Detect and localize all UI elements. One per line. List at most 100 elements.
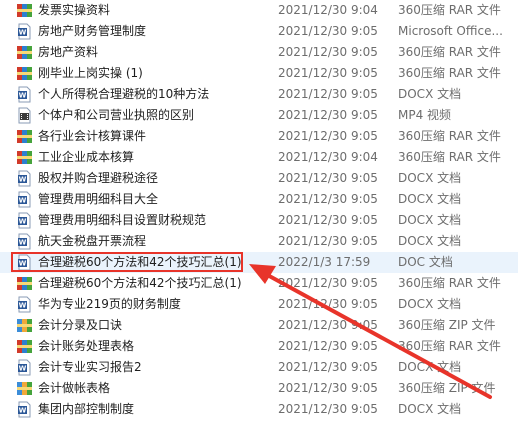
file-name: 个体户和公司营业执照的区别 xyxy=(38,108,195,122)
file-row[interactable]: 房地产资料 2021/12/30 9:05 360压缩 RAR 文件 xyxy=(0,42,518,63)
word-document-icon: W xyxy=(18,401,31,418)
file-name: 集团内部控制制度 xyxy=(38,402,135,416)
word-document-icon: W xyxy=(18,359,31,376)
file-row[interactable]: W 管理费用明细科目大全 2021/12/30 9:05 DOCX 文档 xyxy=(0,189,518,210)
file-row[interactable]: W 集团内部控制制度 2021/12/30 9:05 DOCX 文档 xyxy=(0,399,518,420)
file-type: 360压缩 RAR 文件 xyxy=(398,150,501,164)
file-name: 合理避税60个方法和42个技巧汇总(1) xyxy=(38,255,242,269)
file-name: 航天金税盘开票流程 xyxy=(38,234,147,248)
word-document-icon: W xyxy=(18,86,31,103)
file-name: 管理费用明细科目大全 xyxy=(38,192,159,206)
rar-archive-icon xyxy=(17,130,32,143)
file-type: 360压缩 RAR 文件 xyxy=(398,45,501,59)
rar-archive-icon xyxy=(17,46,32,59)
file-row[interactable]: 合理避税60个方法和42个技巧汇总(1) 2021/12/30 9:05 360… xyxy=(0,273,518,294)
svg-text:W: W xyxy=(19,218,27,226)
svg-text:W: W xyxy=(19,239,27,247)
file-date: 2021/12/30 9:05 xyxy=(278,402,378,416)
file-name: 工业企业成本核算 xyxy=(38,150,135,164)
file-row[interactable]: W 会计专业实习报告2 2021/12/30 9:05 DOCX 文档 xyxy=(0,357,518,378)
file-row-highlighted[interactable]: W 合理避税60个方法和42个技巧汇总(1) 2022/1/3 17:59 DO… xyxy=(0,252,518,273)
file-date: 2021/12/30 9:05 xyxy=(278,87,378,101)
file-type: DOCX 文档 xyxy=(398,360,462,374)
rar-archive-icon xyxy=(17,151,32,164)
file-name: 会计做帐表格 xyxy=(38,381,111,395)
svg-text:W: W xyxy=(19,365,27,373)
file-type: DOCX 文档 xyxy=(398,402,462,416)
file-type: 360压缩 RAR 文件 xyxy=(398,3,501,17)
file-date: 2021/12/30 9:05 xyxy=(278,297,378,311)
file-name: 股权并购合理避税途径 xyxy=(38,171,159,185)
file-name: 发票实操资料 xyxy=(38,3,111,17)
file-name: 管理费用明细科目设置财税规范 xyxy=(38,213,207,227)
file-name: 刚毕业上岗实操 (1) xyxy=(38,66,143,80)
video-file-icon xyxy=(18,107,31,124)
file-row[interactable]: 个体户和公司营业执照的区别 2021/12/30 9:05 MP4 视频 xyxy=(0,105,518,126)
file-type: 360压缩 RAR 文件 xyxy=(398,129,501,143)
svg-text:W: W xyxy=(19,197,27,205)
file-date: 2021/12/30 9:05 xyxy=(278,129,378,143)
word-document-icon: W xyxy=(18,170,31,187)
file-row[interactable]: W 个人所得税合理避税的10种方法 2021/12/30 9:05 DOCX 文… xyxy=(0,84,518,105)
rar-archive-icon xyxy=(17,67,32,80)
file-type: DOCX 文档 xyxy=(398,213,462,227)
file-date: 2021/12/30 9:05 xyxy=(278,213,378,227)
file-list: 发票实操资料 2021/12/30 9:04 360压缩 RAR 文件 W 房地… xyxy=(0,0,518,424)
file-row[interactable]: 刚毕业上岗实操 (1) 2021/12/30 9:05 360压缩 RAR 文件 xyxy=(0,63,518,84)
file-name: 房地产财务管理制度 xyxy=(38,24,147,38)
file-name: 各行业会计核算课件 xyxy=(38,129,147,143)
word-document-icon: W xyxy=(18,212,31,229)
file-name: 合理避税60个方法和42个技巧汇总(1) xyxy=(38,276,242,290)
file-type: DOCX 文档 xyxy=(398,87,462,101)
rar-archive-icon xyxy=(17,277,32,290)
file-row[interactable]: 各行业会计核算课件 2021/12/30 9:05 360压缩 RAR 文件 xyxy=(0,126,518,147)
file-type: DOCX 文档 xyxy=(398,192,462,206)
file-type: DOCX 文档 xyxy=(398,171,462,185)
file-row[interactable]: W 华为专业219页的财务制度 2021/12/30 9:05 DOCX 文档 xyxy=(0,294,518,315)
file-row[interactable]: W 航天金税盘开票流程 2021/12/30 9:05 DOCX 文档 xyxy=(0,231,518,252)
file-row[interactable]: W 管理费用明细科目设置财税规范 2021/12/30 9:05 DOCX 文档 xyxy=(0,210,518,231)
file-date: 2021/12/30 9:05 xyxy=(278,192,378,206)
zip-archive-icon xyxy=(17,382,32,395)
file-row[interactable]: 会计账务处理表格 2021/12/30 9:05 360压缩 RAR 文件 xyxy=(0,336,518,357)
file-name: 房地产资料 xyxy=(38,45,99,59)
file-date: 2021/12/30 9:05 xyxy=(278,276,378,290)
file-row[interactable]: W 房地产财务管理制度 2021/12/30 9:05 Microsoft Of… xyxy=(0,21,518,42)
file-date: 2021/12/30 9:05 xyxy=(278,318,378,332)
word-document-icon: W xyxy=(18,296,31,313)
file-date: 2021/12/30 9:05 xyxy=(278,171,378,185)
svg-text:W: W xyxy=(19,407,27,415)
file-type: MP4 视频 xyxy=(398,108,452,122)
file-date: 2021/12/30 9:05 xyxy=(278,66,378,80)
file-type: 360压缩 ZIP 文件 xyxy=(398,381,496,395)
rar-archive-icon xyxy=(17,4,32,17)
svg-text:W: W xyxy=(19,302,27,310)
file-date: 2021/12/30 9:05 xyxy=(278,24,378,38)
file-row[interactable]: 发票实操资料 2021/12/30 9:04 360压缩 RAR 文件 xyxy=(0,0,518,21)
rar-archive-icon xyxy=(17,340,32,353)
file-type: 360压缩 RAR 文件 xyxy=(398,339,501,353)
word-document-icon: W xyxy=(18,191,31,208)
zip-archive-icon xyxy=(17,319,32,332)
file-date: 2021/12/30 9:04 xyxy=(278,3,378,17)
file-row[interactable]: W 股权并购合理避税途径 2021/12/30 9:05 DOCX 文档 xyxy=(0,168,518,189)
file-row[interactable]: 会计做帐表格 2021/12/30 9:05 360压缩 ZIP 文件 xyxy=(0,378,518,399)
file-type: 360压缩 RAR 文件 xyxy=(398,276,501,290)
svg-text:W: W xyxy=(19,260,27,268)
file-row[interactable]: 工业企业成本核算 2021/12/30 9:04 360压缩 RAR 文件 xyxy=(0,147,518,168)
file-type: DOC 文档 xyxy=(398,255,453,269)
file-row[interactable]: 会计分录及口诀 2021/12/30 9:05 360压缩 ZIP 文件 xyxy=(0,315,518,336)
file-date: 2021/12/30 9:05 xyxy=(278,45,378,59)
file-name: 华为专业219页的财务制度 xyxy=(38,297,181,311)
file-name: 会计专业实习报告2 xyxy=(38,360,142,374)
file-type: 360压缩 ZIP 文件 xyxy=(398,318,496,332)
file-name: 会计账务处理表格 xyxy=(38,339,135,353)
file-type: Microsoft Office... xyxy=(398,24,503,38)
file-date: 2021/12/30 9:05 xyxy=(278,339,378,353)
file-type: DOCX 文档 xyxy=(398,234,462,248)
file-date: 2021/12/30 9:05 xyxy=(278,381,378,395)
file-date: 2021/12/30 9:04 xyxy=(278,150,378,164)
file-type: 360压缩 RAR 文件 xyxy=(398,66,501,80)
file-name: 个人所得税合理避税的10种方法 xyxy=(38,87,210,101)
word-document-icon: W xyxy=(18,254,31,271)
